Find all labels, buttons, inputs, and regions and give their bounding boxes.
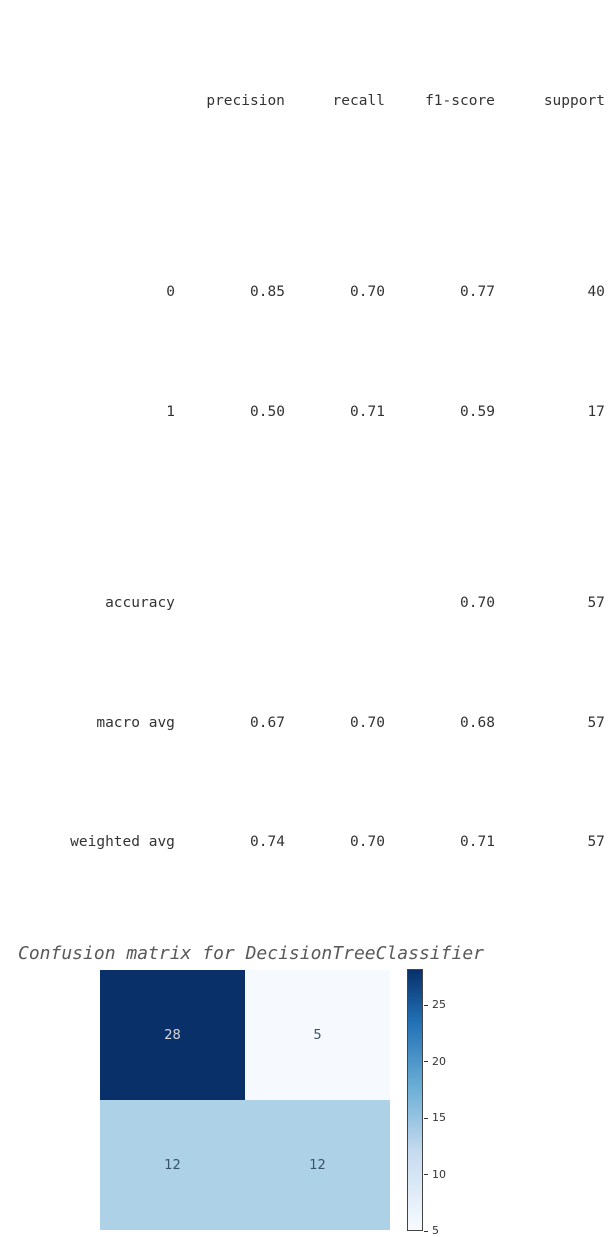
report-blank-row-2 (0, 496, 608, 520)
report-row-weighted: weighted avg0.740.700.7157 (0, 807, 608, 879)
row0-name: 0 (35, 281, 175, 305)
hm-value-11: 12 (309, 1158, 326, 1173)
row1-support: 17 (495, 401, 605, 425)
colorbar-tick: 5 (424, 1224, 439, 1237)
report-row-class0: 00.850.700.7740 (0, 257, 608, 329)
acc-support: 57 (495, 592, 605, 616)
macro-name: macro avg (35, 712, 175, 736)
row0-f1: 0.77 (385, 281, 495, 305)
wt-recall: 0.70 (285, 831, 385, 855)
colorbar: 510152025 (408, 970, 478, 1230)
hm-cell-01: 5 (245, 970, 390, 1100)
macro-precision: 0.67 (175, 712, 285, 736)
macro-support: 57 (495, 712, 605, 736)
wt-support: 57 (495, 831, 605, 855)
wt-f1: 0.71 (385, 831, 495, 855)
report-blank-row (0, 185, 608, 209)
row1-recall: 0.71 (285, 401, 385, 425)
row0-recall: 0.70 (285, 281, 385, 305)
hdr-support: support (495, 90, 605, 114)
row0-support: 40 (495, 281, 605, 305)
row1-f1: 0.59 (385, 401, 495, 425)
report-row-macro: macro avg0.670.700.6857 (0, 688, 608, 760)
colorbar-tick: 15 (424, 1111, 446, 1124)
colorbar-tick: 20 (424, 1055, 446, 1068)
report-header-row: precisionrecallf1-scoresupport (0, 66, 608, 138)
colorbar-tick: 10 (424, 1168, 446, 1181)
colorbar-tick: 25 (424, 998, 446, 1011)
macro-f1: 0.68 (385, 712, 495, 736)
row0-precision: 0.85 (175, 281, 285, 305)
hdr-recall: recall (285, 90, 385, 114)
hm-value-01: 5 (313, 1028, 321, 1043)
heatmap-grid: 28 5 12 12 (100, 970, 390, 1230)
acc-f1: 0.70 (385, 592, 495, 616)
wt-precision: 0.74 (175, 831, 285, 855)
hdr-f1: f1-score (385, 90, 495, 114)
hm-cell-10: 12 (100, 1100, 245, 1230)
hm-cell-11: 12 (245, 1100, 390, 1230)
acc-name: accuracy (35, 592, 175, 616)
hm-cell-00: 28 (100, 970, 245, 1100)
hm-value-00: 28 (164, 1028, 181, 1043)
heatmap-area: 28 5 12 12 5 10 15 20 25 (100, 970, 500, 1230)
row1-name: 1 (35, 401, 175, 425)
row1-precision: 0.50 (175, 401, 285, 425)
classification-report: precisionrecallf1-scoresupport 00.850.70… (0, 0, 608, 903)
report-row-accuracy: accuracy 0.7057 (0, 568, 608, 640)
chart-title: Confusion matrix for DecisionTreeClassif… (0, 943, 608, 964)
colorbar-gradient (408, 970, 422, 1230)
confusion-matrix-chart: Confusion matrix for DecisionTreeClassif… (0, 943, 608, 1230)
macro-recall: 0.70 (285, 712, 385, 736)
report-row-class1: 10.500.710.5917 (0, 377, 608, 449)
hdr-precision: precision (175, 90, 285, 114)
wt-name: weighted avg (35, 831, 175, 855)
hm-value-10: 12 (164, 1158, 181, 1173)
